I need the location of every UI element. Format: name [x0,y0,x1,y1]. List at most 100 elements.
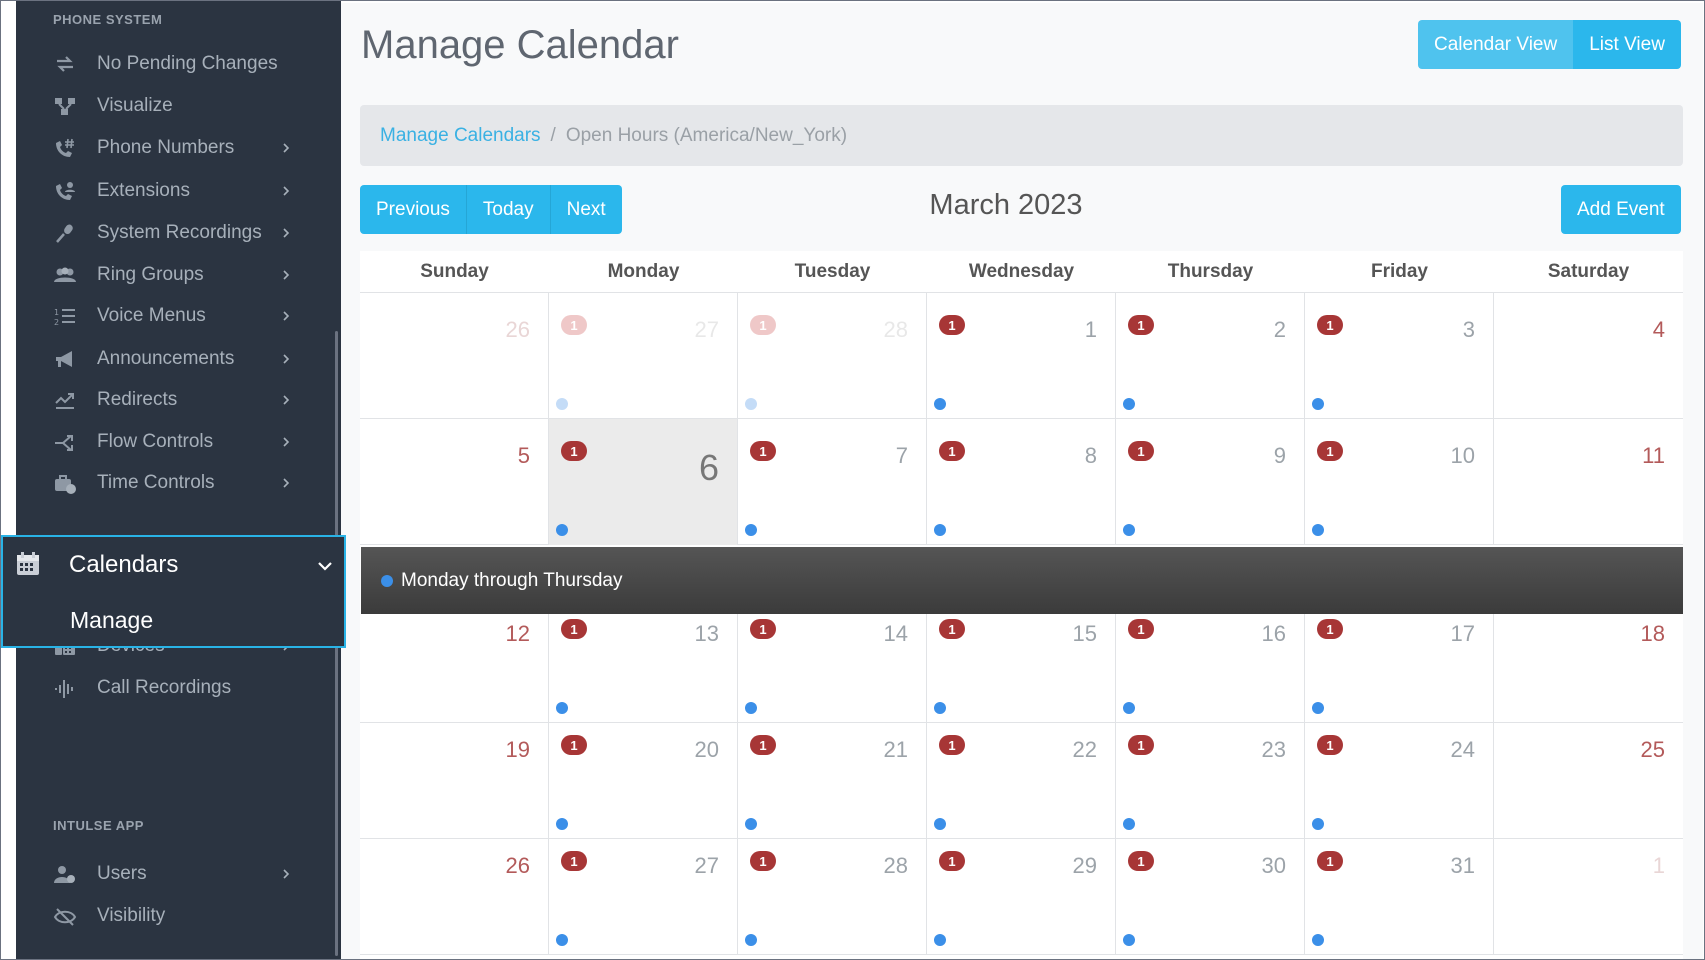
calendar-day-cell[interactable]: 23 1 [1116,713,1305,839]
sidebar-item-phone-numbers[interactable]: Phone Numbers [16,126,331,170]
calendar-day-cell[interactable]: 20 1 [549,713,738,839]
sidebar-item-voice-menus[interactable]: 1 2 Voice Menus [16,294,331,338]
event-count-badge[interactable]: 1 [1317,619,1343,639]
event-count-badge[interactable]: 1 [750,441,776,461]
sidebar-item-extensions[interactable]: Extensions [16,169,331,213]
calendar-day-cell[interactable]: 11 [1494,419,1683,545]
event-popup[interactable]: Monday through Thursday [361,547,1683,614]
calendar-day-cell[interactable]: 28 1 [738,829,927,955]
calendar-day-cell[interactable]: 27 1 [549,293,738,419]
calendar-day-cell[interactable]: 5 [360,419,549,545]
calendar-day-cell[interactable]: 71 [738,419,927,545]
calendar-day-cell[interactable]: 15 1 [927,597,1116,723]
chevron-down-icon[interactable] [317,559,333,577]
event-dot[interactable] [934,934,946,946]
previous-button[interactable]: Previous [360,185,467,234]
calendar-day-cell[interactable]: 28 1 [738,293,927,419]
event-dot[interactable] [556,524,568,536]
calendar-day-cell[interactable]: 21 [1116,293,1305,419]
sidebar-item-visibility[interactable]: Visibility [16,894,331,938]
calendar-day-cell[interactable]: 11 [927,293,1116,419]
event-count-badge[interactable]: 1 [561,851,587,871]
event-count-badge[interactable]: 1 [1128,441,1154,461]
event-count-badge[interactable]: 1 [561,735,587,755]
sidebar-item-time-controls[interactable]: Time Controls [16,461,331,505]
calendar-view-button[interactable]: Calendar View [1418,20,1574,69]
event-count-badge[interactable]: 1 [939,619,965,639]
calendar-day-cell[interactable]: 21 1 [738,713,927,839]
sidebar-item-call-recordings[interactable]: Call Recordings [16,666,331,710]
event-count-badge[interactable]: 1 [1128,619,1154,639]
calendar-day-cell[interactable]: 16 1 [1116,597,1305,723]
event-dot[interactable] [1312,934,1324,946]
calendar-day-cell[interactable]: 25 [1494,713,1683,839]
event-count-badge[interactable]: 1 [939,851,965,871]
sidebar-item-users[interactable]: Users [16,852,331,896]
sidebar-item-no-pending-changes[interactable]: No Pending Changes [16,42,331,86]
calendar-day-cell[interactable]: 30 1 [1116,829,1305,955]
event-count-badge[interactable]: 1 [750,619,776,639]
event-dot[interactable] [556,398,568,410]
event-dot[interactable] [745,398,757,410]
sidebar-item-visualize[interactable]: Visualize [16,84,331,128]
event-count-badge[interactable]: 1 [561,315,587,335]
calendar-day-cell[interactable]: 19 [360,713,549,839]
event-dot[interactable] [1123,524,1135,536]
event-dot[interactable] [1312,398,1324,410]
event-dot[interactable] [1123,398,1135,410]
calendar-day-cell[interactable]: 91 [1116,419,1305,545]
event-dot[interactable] [934,398,946,410]
event-count-badge[interactable]: 1 [1317,851,1343,871]
event-dot[interactable] [1123,934,1135,946]
sidebar-item-system-recordings[interactable]: System Recordings [16,211,331,255]
sidebar-item-ring-groups[interactable]: Ring Groups [16,253,331,297]
event-dot[interactable] [556,934,568,946]
calendar-day-cell[interactable]: 27 1 [549,829,738,955]
today-button[interactable]: Today [466,185,551,234]
sidebar-item-calendars[interactable]: Calendars Manage [1,535,346,648]
event-count-badge[interactable]: 1 [1128,315,1154,335]
calendar-day-cell[interactable]: 26 [360,829,549,955]
event-count-badge[interactable]: 1 [1128,735,1154,755]
event-count-badge[interactable]: 1 [750,315,776,335]
calendar-day-cell[interactable]: 26 [360,293,549,419]
calendar-day-cell[interactable]: 81 [927,419,1116,545]
event-count-badge[interactable]: 1 [1317,315,1343,335]
calendar-day-cell[interactable]: 17 1 [1305,597,1494,723]
calendar-day-cell[interactable]: 31 1 [1305,829,1494,955]
breadcrumb-manage-calendars[interactable]: Manage Calendars [380,125,541,147]
next-button[interactable]: Next [550,185,622,234]
calendar-day-cell[interactable]: 1 [1494,829,1683,955]
event-count-badge[interactable]: 1 [561,619,587,639]
add-event-button[interactable]: Add Event [1561,185,1681,234]
event-count-badge[interactable]: 1 [750,735,776,755]
event-count-badge[interactable]: 1 [561,441,587,461]
event-dot[interactable] [745,524,757,536]
event-dot[interactable] [1312,524,1324,536]
event-count-badge[interactable]: 1 [750,851,776,871]
event-count-badge[interactable]: 1 [1317,441,1343,461]
calendar-day-cell[interactable]: 14 1 [738,597,927,723]
calendar-day-cell[interactable]: 18 [1494,597,1683,723]
calendar-day-cell[interactable]: 31 [1305,293,1494,419]
calendar-day-cell[interactable]: 12 [360,597,549,723]
list-view-button[interactable]: List View [1573,20,1681,69]
event-dot[interactable] [934,524,946,536]
calendar-day-cell[interactable]: 61 [549,419,738,545]
event-count-badge[interactable]: 1 [939,441,965,461]
event-count-badge[interactable]: 1 [939,735,965,755]
calendar-day-cell[interactable]: 13 1 [549,597,738,723]
event-dot[interactable] [745,934,757,946]
event-count-badge[interactable]: 1 [939,315,965,335]
calendar-day-cell[interactable]: 4 [1494,293,1683,419]
calendar-day-cell[interactable]: 22 1 [927,713,1116,839]
sidebar-subitem-manage[interactable]: Manage [70,607,153,634]
calendar-day-cell[interactable]: 29 1 [927,829,1116,955]
calendar-day-cell[interactable]: 10 1 [1305,419,1494,545]
event-count-badge[interactable]: 1 [1128,851,1154,871]
sidebar-item-redirects[interactable]: Redirects [16,378,331,422]
event-count-badge[interactable]: 1 [1317,735,1343,755]
sidebar-item-announcements[interactable]: Announcements [16,337,331,381]
calendar-day-cell[interactable]: 24 1 [1305,713,1494,839]
sidebar-item-flow-controls[interactable]: Flow Controls [16,420,331,464]
